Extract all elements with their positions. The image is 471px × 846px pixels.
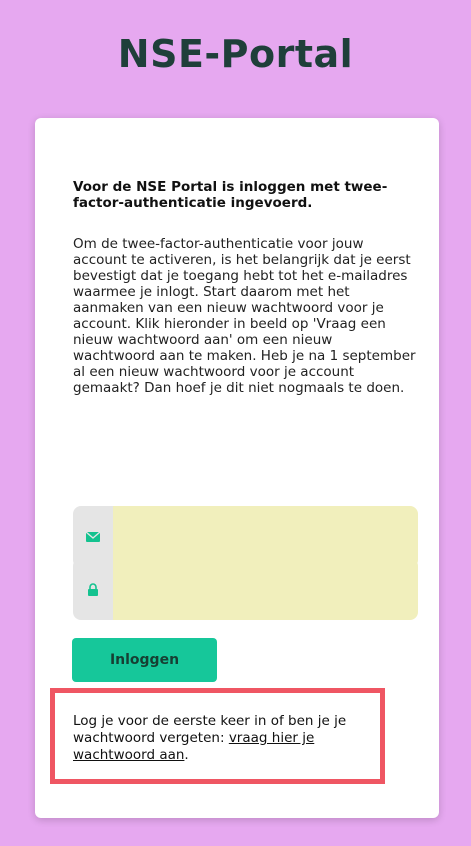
password-field xyxy=(73,558,418,620)
password-icon-box xyxy=(73,558,113,620)
help-text: Log je voor de eerste keer in of ben je … xyxy=(73,713,393,764)
help-text-suffix: . xyxy=(184,747,189,763)
lock-icon xyxy=(88,582,98,596)
intro-body: Om de twee-factor-authenticatie voor jou… xyxy=(73,236,416,396)
page-title: NSE-Portal xyxy=(117,32,354,76)
intro-heading: Voor de NSE Portal is inloggen met twee-… xyxy=(73,179,388,211)
password-input[interactable] xyxy=(113,558,418,620)
envelope-icon xyxy=(86,532,100,542)
login-button[interactable]: Inloggen xyxy=(72,638,217,682)
login-card: Voor de NSE Portal is inloggen met twee-… xyxy=(35,118,439,818)
